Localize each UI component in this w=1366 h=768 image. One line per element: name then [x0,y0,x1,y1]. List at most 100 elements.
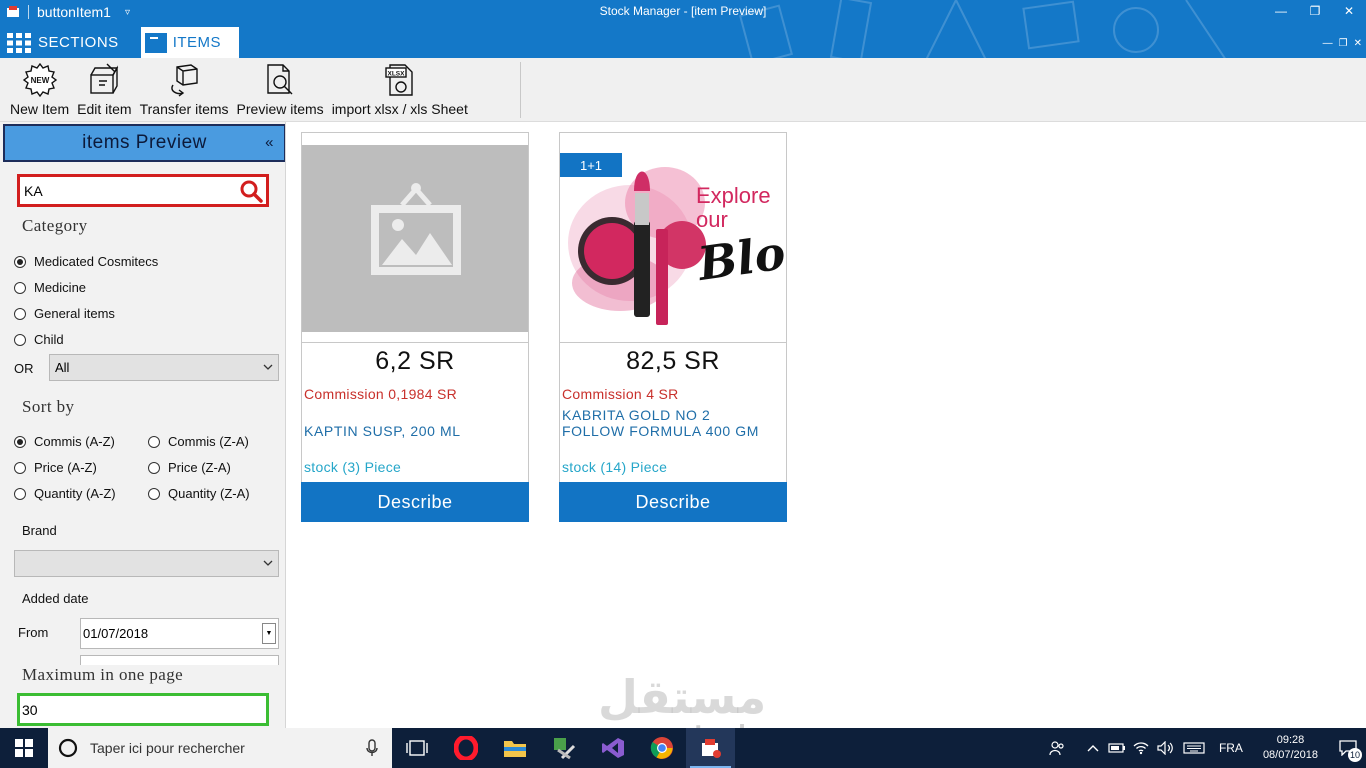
transfer-items-button[interactable]: Transfer items [136,58,233,122]
preview-document-icon [267,64,293,95]
item-price: 82,5 SR [626,347,720,375]
ribbon-divider [520,62,521,118]
window-title: Stock Manager - [item Preview] [599,4,767,18]
category-option-medicated[interactable]: Medicated Cosmitecs [14,254,158,269]
mdi-close-button[interactable]: ✕ [1354,38,1362,49]
search-icon[interactable] [239,179,263,203]
preview-items-button[interactable]: Preview items [233,58,328,122]
restore-button[interactable]: ❐ [1298,0,1332,22]
sort-option-label: Quantity (Z-A) [168,486,250,501]
category-option-child[interactable]: Child [14,332,64,347]
max-per-page-input[interactable] [20,696,260,723]
item-name: KABRITA GOLD NO 2 FOLLOW FORMULA 400 GM [562,407,759,439]
promo-badge: 1+1 [560,153,622,177]
sort-price-desc[interactable]: Price (Z-A) [148,460,231,475]
taskbar: Taper ici pour rechercher FRA 09:28 08/0… [0,728,1366,768]
sort-commis-desc[interactable]: Commis (Z-A) [148,434,249,449]
mdi-restore-button[interactable]: ❐ [1339,38,1348,49]
sort-quantity-asc[interactable]: Quantity (A-Z) [14,486,116,501]
radio-button [14,461,26,474]
sort-option-label: Quantity (A-Z) [34,486,116,501]
grid-icon [7,32,31,53]
microphone-icon[interactable] [366,739,378,757]
radio-button [14,281,26,294]
ribbon-tabs: SECTIONS ITEMS [0,27,240,58]
minimize-button[interactable]: — [1264,0,1298,22]
category-option-label: Medicated Cosmitecs [34,254,159,269]
brand-select[interactable] [14,550,279,577]
radio-button [14,307,26,320]
window-controls: — ❐ ✕ [1264,0,1366,22]
taskbar-app-visual-studio[interactable] [588,728,637,768]
clock-date: 08/07/2018 [1262,749,1318,761]
edit-item-button[interactable]: Edit item [73,58,135,122]
chevron-down-icon [263,560,273,566]
panel-header: items Preview « [3,124,285,162]
show-hidden-icons-chevron-up-icon[interactable] [1081,728,1105,768]
folder-icon [503,741,526,757]
start-button[interactable] [0,728,48,768]
task-view-icon [405,740,428,756]
sort-commis-asc[interactable]: Commis (A-Z) [14,434,115,449]
sort-price-asc[interactable]: Price (A-Z) [14,460,97,475]
people-icon[interactable] [1045,728,1069,768]
describe-button[interactable]: Describe [559,482,787,522]
import-sheet-button[interactable]: XLSX import xlsx / xls Sheet [328,58,472,122]
image-caption-our: our [696,207,728,232]
brand-label: Brand [22,523,57,538]
item-stock: stock (14) Piece [562,459,668,475]
taskbar-app-chrome[interactable] [637,728,686,768]
visual-studio-icon [601,738,624,758]
taskbar-app-stock-manager[interactable] [686,728,735,768]
radio-button [14,333,26,346]
preview-items-label: Preview items [236,101,324,117]
import-sheet-label: import xlsx / xls Sheet [331,101,468,117]
to-date-picker[interactable] [80,655,279,665]
item-commission: Commission 0,1984 SR [304,386,458,402]
svg-text:NEW: NEW [30,76,49,85]
windows-logo-icon [15,739,33,757]
task-view-button[interactable] [392,728,441,768]
taskbar-search-placeholder: Taper ici pour rechercher [90,740,245,756]
sort-quantity-desc[interactable]: Quantity (Z-A) [148,486,250,501]
from-date-value: 01/07/2018 [83,626,149,641]
battery-icon[interactable] [1105,728,1129,768]
keyboard-icon[interactable] [1177,728,1211,768]
added-date-label: Added date [22,591,89,606]
tab-items[interactable]: ITEMS [140,27,240,58]
stock-manager-icon [701,739,721,758]
wifi-icon[interactable] [1129,728,1153,768]
collapse-panel-button[interactable]: « [265,134,274,151]
volume-icon[interactable] [1153,728,1177,768]
input-language[interactable]: FRA [1211,741,1251,755]
taskbar-app-opera[interactable] [441,728,490,768]
category-select[interactable]: All [49,354,279,381]
action-center-button[interactable]: 10 [1330,728,1366,768]
item-card: 1+1 Explore our Blog 82,5 SR Commission … [559,132,787,522]
mdi-controls: — ❐ ✕ [1323,38,1362,49]
sort-option-label: Commis (A-Z) [34,434,115,449]
category-option-general[interactable]: General items [14,306,115,321]
category-option-medicine[interactable]: Medicine [14,280,86,295]
close-button[interactable]: ✕ [1332,0,1366,22]
mdi-minimize-button[interactable]: — [1323,38,1333,49]
taskbar-clock[interactable]: 09:28 08/07/2018 [1251,733,1330,763]
taskbar-app-explorer[interactable] [490,728,539,768]
radio-button [14,255,26,268]
new-item-button[interactable]: NEW New Item [6,58,73,122]
taskbar-search-box[interactable]: Taper ici pour rechercher [48,728,392,768]
search-input[interactable] [20,177,230,204]
tab-items-label: ITEMS [172,34,222,51]
item-image: 1+1 Explore our Blog [560,133,786,343]
from-date-picker[interactable]: 01/07/2018 ▼ [80,618,279,649]
taskbar-app-tools[interactable] [539,728,588,768]
tab-sections[interactable]: SECTIONS [0,27,141,58]
cortana-icon [58,738,78,758]
radio-button [148,435,160,448]
ribbon-group-items: NEW New Item Edit item Transfer items Pr… [6,58,472,122]
describe-button[interactable]: Describe [301,482,529,522]
search-box [17,174,269,207]
calendar-dropdown-icon[interactable]: ▼ [262,623,276,644]
item-stock: stock (3) Piece [304,459,402,475]
item-commission: Commission 4 SR [562,386,679,402]
